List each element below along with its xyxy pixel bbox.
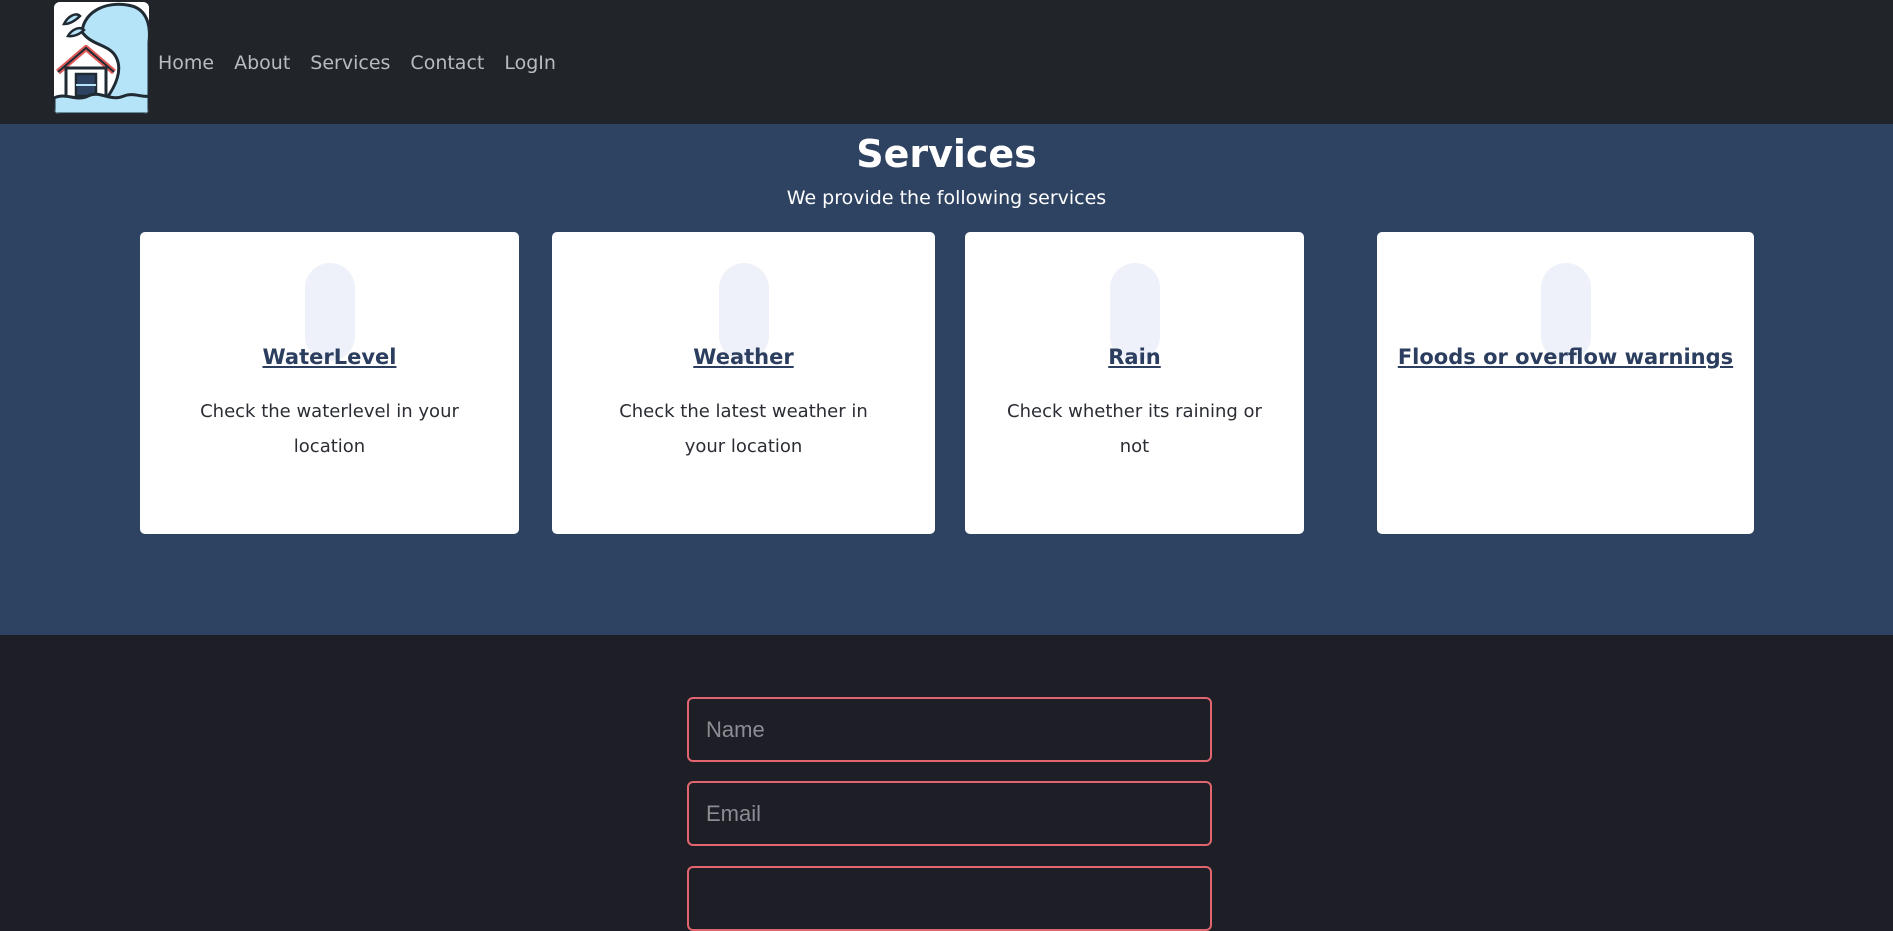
service-card-waterlevel: WaterLevel Check the waterlevel in your … <box>140 232 519 534</box>
navbar: Home About Services Contact LogIn <box>0 0 1893 124</box>
service-card-floods: Floods or overflow warnings <box>1377 232 1754 534</box>
service-card-title[interactable]: Floods or overflow warnings <box>1377 342 1754 372</box>
email-input[interactable] <box>687 781 1212 846</box>
message-input[interactable] <box>687 866 1212 931</box>
contact-form-section <box>0 635 1893 931</box>
nav-link-services[interactable]: Services <box>310 50 390 76</box>
nav-link-home[interactable]: Home <box>158 50 214 76</box>
service-card-title[interactable]: WaterLevel <box>140 342 519 372</box>
services-title: Services <box>856 132 1037 176</box>
nav-link-contact[interactable]: Contact <box>410 50 484 76</box>
nav-link-about[interactable]: About <box>234 50 290 76</box>
service-card-title[interactable]: Rain <box>965 342 1304 372</box>
service-card-text: Check the waterlevel in your location <box>200 401 459 457</box>
services-section: Services We provide the following servic… <box>0 124 1893 635</box>
service-card-text: Check whether its raining or not <box>1007 401 1262 457</box>
service-card-rain: Rain Check whether its raining or not <box>965 232 1304 534</box>
service-card-title[interactable]: Weather <box>552 342 935 372</box>
services-subtitle: We provide the following services <box>786 187 1107 209</box>
nav-link-login[interactable]: LogIn <box>504 50 556 76</box>
nav-links: Home About Services Contact LogIn <box>158 50 556 76</box>
service-card-weather: Weather Check the latest weather in your… <box>552 232 935 534</box>
flood-house-icon[interactable] <box>54 2 149 114</box>
service-card-text: Check the latest weather in your locatio… <box>619 401 868 457</box>
name-input[interactable] <box>687 697 1212 762</box>
